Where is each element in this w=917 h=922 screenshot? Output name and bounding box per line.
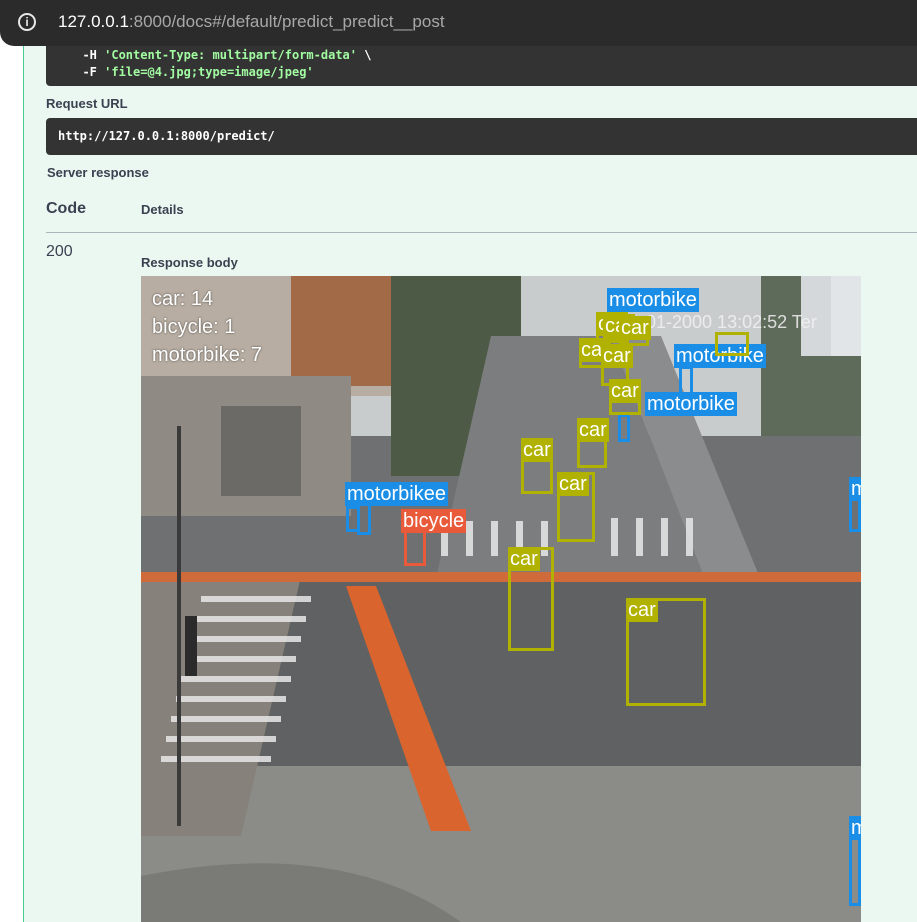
- detection-box-motorbike: [618, 414, 630, 442]
- camera-timestamp: 01-2000 13:02:52 Ter: [646, 312, 817, 332]
- browser-address-bar[interactable]: i 127.0.0.1:8000/docs#/default/predict_p…: [0, 0, 917, 46]
- curl-line-header: -H 'Content-Type: multipart/form-data' \: [68, 48, 372, 62]
- detection-label-motorbike: motorbike: [607, 288, 699, 312]
- detection-label-car: car: [626, 598, 658, 622]
- count-car: car: 14: [152, 288, 214, 310]
- curl-line-file: -F 'file=@4.jpg;type=image/jpeg': [68, 65, 314, 79]
- server-response-label: Server response: [47, 165, 149, 180]
- detection-label-motorbike: m: [849, 816, 861, 840]
- count-bicycle: bicycle: 1: [152, 316, 236, 338]
- curl-command-block: -H 'Content-Type: multipart/form-data' \…: [46, 46, 917, 86]
- detection-label-bicycle: bicycle: [401, 509, 467, 533]
- detection-box-motorbike: [849, 498, 861, 532]
- detection-label-motorbike: motorbikee: [345, 482, 448, 506]
- request-url-label: Request URL: [46, 96, 128, 111]
- count-motorbike: motorbike: 7: [152, 344, 263, 366]
- detection-label-car: car: [601, 344, 633, 368]
- detection-label-car: car: [557, 472, 589, 496]
- detection-result-image: car: 14 bicycle: 1 motorbike: 7 01-2000 …: [141, 276, 861, 922]
- url-path: :8000/docs#/default/predict_predict__pos…: [128, 12, 445, 31]
- detection-label-motorbike: m: [849, 477, 861, 501]
- detection-label-motorbike: motorbike: [645, 392, 737, 416]
- detection-box-bicycle: [404, 530, 426, 566]
- detection-label-car: car: [521, 438, 553, 462]
- column-header-details: Details: [141, 202, 184, 217]
- status-code: 200: [46, 243, 73, 260]
- detection-label-car: car: [508, 547, 540, 571]
- column-header-code: Code: [46, 200, 86, 217]
- request-url-value: http://127.0.0.1:8000/predict/: [58, 129, 275, 143]
- street-scene: [141, 276, 861, 922]
- request-url-box: http://127.0.0.1:8000/predict/: [46, 118, 917, 155]
- detection-label-car: car: [619, 316, 651, 340]
- detection-box-car: [715, 332, 749, 356]
- table-divider: [46, 232, 917, 233]
- url-text[interactable]: 127.0.0.1:8000/docs#/default/predict_pre…: [58, 12, 445, 32]
- detection-box-motorbike: [849, 836, 861, 906]
- detection-label-car: car: [577, 418, 609, 442]
- info-icon[interactable]: i: [18, 13, 36, 31]
- url-host: 127.0.0.1: [58, 12, 129, 31]
- detection-label-car: car: [609, 379, 641, 403]
- response-body-label: Response body: [141, 255, 238, 270]
- detection-box-motorbike: [357, 501, 371, 535]
